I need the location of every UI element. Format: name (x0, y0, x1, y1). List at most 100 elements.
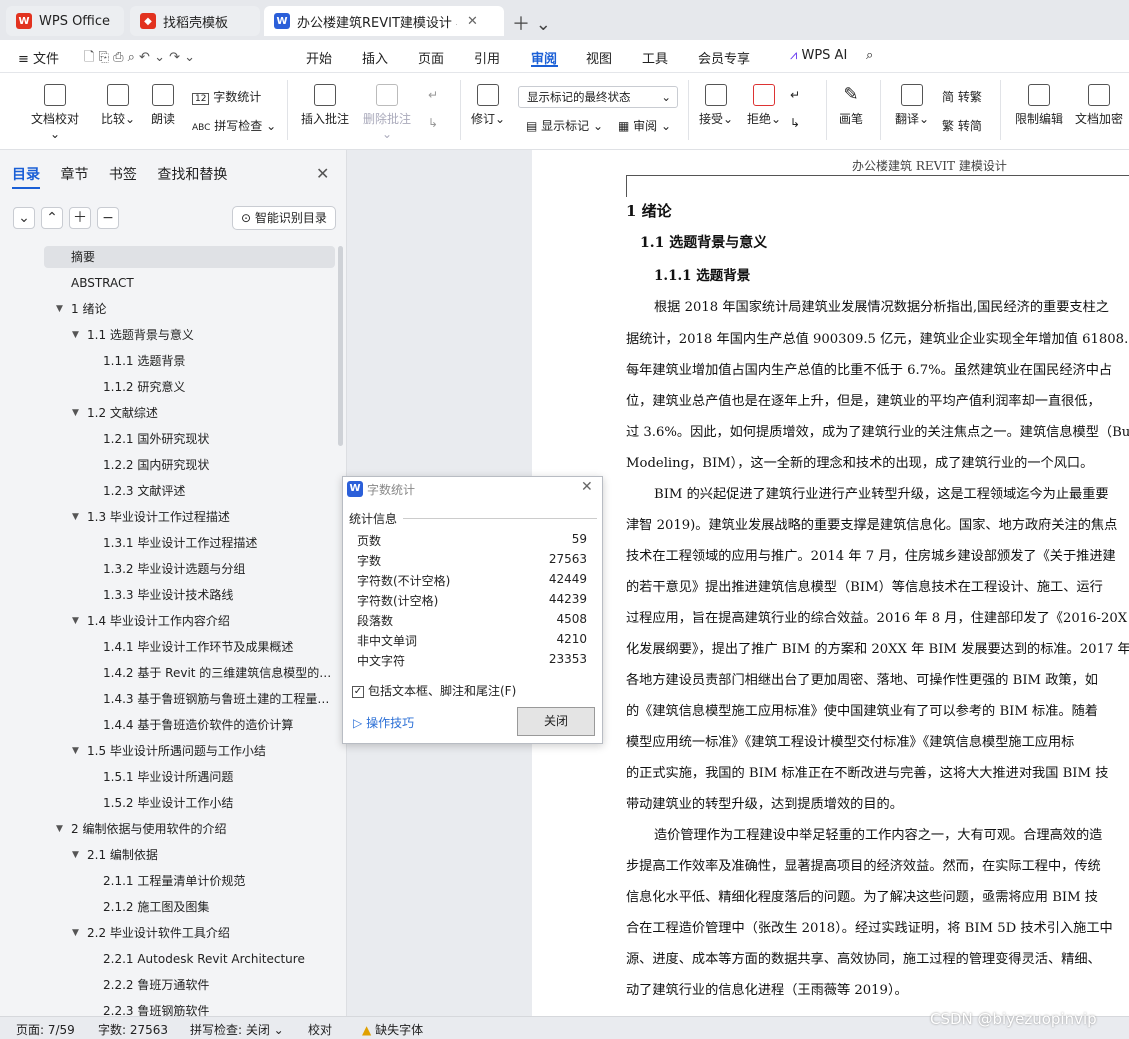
menu-member[interactable]: 会员专享 (698, 48, 750, 67)
missing-font-button[interactable]: ▲ 缺失字体 (362, 1021, 423, 1038)
expand-caret-icon[interactable]: ▼ (56, 298, 63, 320)
toc-item[interactable]: 1.3 毕业设计工作过程描述 (87, 506, 332, 528)
tips-link[interactable]: ▷ 操作技巧 (353, 714, 414, 731)
search-icon[interactable]: ⌕ (866, 48, 873, 63)
toc-item[interactable]: 2.2.3 鲁班钢筋软件 (103, 1000, 332, 1016)
toc-item[interactable]: 1.4.4 基于鲁班造价软件的造价计算 (103, 714, 332, 736)
add-heading-icon[interactable]: ＋ (69, 207, 91, 229)
collapse-icon[interactable]: ⌄ (13, 207, 35, 229)
toc-item[interactable]: 1.4.2 基于 Revit 的三维建筑信息模型的… (103, 662, 332, 684)
restrict-edit-button[interactable]: 限制编辑 (1012, 84, 1066, 127)
tab-document[interactable]: W 办公楼建筑REVIT建模设计 毕 ✕ (264, 6, 504, 36)
remove-heading-icon[interactable]: − (97, 207, 119, 229)
tab-toc[interactable]: 目录 (12, 167, 40, 183)
translate-button[interactable]: 翻译⌄ (892, 84, 932, 127)
menu-references[interactable]: 引用 (474, 48, 500, 67)
next-comment-icon[interactable]: ↳ (428, 116, 438, 130)
markup-state-select[interactable]: 显示标记的最终状态 ⌄ (518, 86, 678, 108)
menu-insert[interactable]: 插入 (362, 48, 388, 67)
toc-item[interactable]: 1.2.1 国外研究现状 (103, 428, 332, 450)
smart-toc-button[interactable]: ⊙ 智能识别目录 (232, 206, 336, 230)
to-traditional-button[interactable]: 简 转繁 (942, 88, 982, 105)
tab-chapters[interactable]: 章节 (60, 167, 88, 183)
doc-encrypt-button[interactable]: 文档加密 (1072, 84, 1126, 127)
spell-check-status[interactable]: 拼写检查: 关闭 ⌄ (190, 1021, 284, 1038)
toc-item[interactable]: 1.1.2 研究意义 (103, 376, 332, 398)
expand-caret-icon[interactable]: ▼ (72, 506, 79, 528)
accept-button[interactable]: 接受⌄ (698, 84, 734, 127)
toc-item[interactable]: 1.4.3 基于鲁班钢筋与鲁班土建的工程量… (103, 688, 332, 710)
expand-caret-icon[interactable]: ▼ (56, 818, 63, 840)
pen-button[interactable]: ✎ 画笔 (836, 84, 866, 127)
toc-item[interactable]: 1.4 毕业设计工作内容介绍 (87, 610, 332, 632)
expand-caret-icon[interactable]: ▼ (72, 740, 79, 762)
toc-item[interactable]: 1.5 毕业设计所遇问题与工作小结 (87, 740, 332, 762)
word-count-button[interactable]: 12 字数统计 (192, 88, 261, 105)
show-markup-button[interactable]: ▤ 显示标记 ⌄ (526, 117, 603, 134)
toc-item[interactable]: 1.3.1 毕业设计工作过程描述 (103, 532, 332, 554)
tab-find-replace[interactable]: 查找和替换 (157, 167, 227, 183)
close-button[interactable]: 关闭 (517, 707, 595, 736)
toc-item[interactable]: 1.2 文献综述 (87, 402, 332, 424)
close-tab-icon[interactable]: ✕ (467, 14, 478, 29)
toc-item[interactable]: 2.1 编制依据 (87, 844, 332, 866)
include-textbox-checkbox[interactable]: ✓ 包括文本框、脚注和尾注(F) (352, 682, 516, 699)
next-change-icon[interactable]: ↳ (790, 116, 800, 130)
to-simplified-button[interactable]: 繁 转简 (942, 117, 982, 134)
expand-caret-icon[interactable]: ▼ (72, 402, 79, 424)
menu-tools[interactable]: 工具 (642, 48, 668, 67)
menu-page[interactable]: 页面 (418, 48, 444, 67)
toc-item[interactable]: 2.2 毕业设计软件工具介绍 (87, 922, 332, 944)
word-count-indicator[interactable]: 字数: 27563 (98, 1021, 168, 1038)
close-icon[interactable]: ✕ (581, 479, 593, 495)
insert-comment-button[interactable]: 插入批注 (298, 84, 352, 127)
toc-item[interactable]: 1.2.3 文献评述 (103, 480, 332, 502)
proof-button[interactable]: 校对 (308, 1021, 332, 1038)
compare-button[interactable]: 比较⌄ (98, 84, 138, 127)
scrollbar[interactable] (338, 246, 343, 446)
toc-item[interactable]: 2.2.1 Autodesk Revit Architecture (103, 948, 332, 970)
read-aloud-button[interactable]: 朗读 (148, 84, 178, 127)
toc-item[interactable]: 1.3.3 毕业设计技术路线 (103, 584, 332, 606)
expand-caret-icon[interactable]: ▼ (72, 844, 79, 866)
revise-button[interactable]: 修订⌄ (470, 84, 506, 127)
file-menu[interactable]: ≡ 文件 (18, 48, 59, 67)
toc-item[interactable]: 2.1.1 工程量清单计价规范 (103, 870, 332, 892)
quick-toolbar-icons[interactable]: 🗋 ⎘ ⎙ ⌕ ↶ ⌄ ↷ ⌄ (84, 48, 195, 70)
review-pane-button[interactable]: ▦ 审阅 ⌄ (618, 117, 671, 134)
toc-item[interactable]: 2 编制依据与使用软件的介绍 (71, 818, 332, 840)
menu-view[interactable]: 视图 (586, 48, 612, 67)
toc-item[interactable]: 2.1.2 施工图及图集 (103, 896, 332, 918)
toc-item[interactable]: ABSTRACT (71, 272, 332, 294)
new-tab-icon[interactable]: ＋ ⌄ (512, 10, 551, 36)
prev-change-icon[interactable]: ↵ (790, 88, 800, 102)
toc-item[interactable]: 1.5.1 毕业设计所遇问题 (103, 766, 332, 788)
word-count-dialog: W 字数统计 ✕ 统计信息 页数 59 字数 27563 字符数(不计空格) 42449 字… (342, 476, 603, 744)
prev-comment-icon[interactable]: ↵ (428, 88, 438, 102)
expand-caret-icon[interactable]: ▼ (72, 324, 79, 346)
reject-button[interactable]: 拒绝⌄ (746, 84, 782, 127)
menu-start[interactable]: 开始 (306, 48, 332, 67)
spell-check-button[interactable]: ABC 拼写检查 ⌄ (192, 117, 276, 134)
tab-bookmarks[interactable]: 书签 (109, 167, 137, 183)
wps-ai-button[interactable]: ⩘ WPS AI (790, 48, 847, 63)
toc-item[interactable]: 1.5.2 毕业设计工作小结 (103, 792, 332, 814)
toc-item[interactable]: 摘要 (44, 246, 335, 268)
toc-item[interactable]: 1.1 选题背景与意义 (87, 324, 332, 346)
close-icon[interactable]: ✕ (316, 164, 329, 183)
tab-wps-office[interactable]: W WPS Office (6, 6, 124, 36)
doc-check-button[interactable]: 文档校对⌄ (28, 84, 82, 141)
toc-item[interactable]: 1.4.1 毕业设计工作环节及成果概述 (103, 636, 332, 658)
toc-item[interactable]: 2.2.2 鲁班万通软件 (103, 974, 332, 996)
page-indicator[interactable]: 页面: 7/59 (16, 1021, 75, 1038)
toc-item[interactable]: 1.2.2 国内研究现状 (103, 454, 332, 476)
toc-item[interactable]: 1.1.1 选题背景 (103, 350, 332, 372)
delete-comment-button[interactable]: 删除批注⌄ (360, 84, 414, 141)
expand-icon[interactable]: ⌃ (41, 207, 63, 229)
accept-icon (705, 84, 727, 106)
expand-caret-icon[interactable]: ▼ (72, 922, 79, 944)
tab-template[interactable]: ◆ 找稻壳模板 (130, 6, 260, 36)
toc-item[interactable]: 1 绪论 (71, 298, 332, 320)
toc-item[interactable]: 1.3.2 毕业设计选题与分组 (103, 558, 332, 580)
expand-caret-icon[interactable]: ▼ (72, 610, 79, 632)
